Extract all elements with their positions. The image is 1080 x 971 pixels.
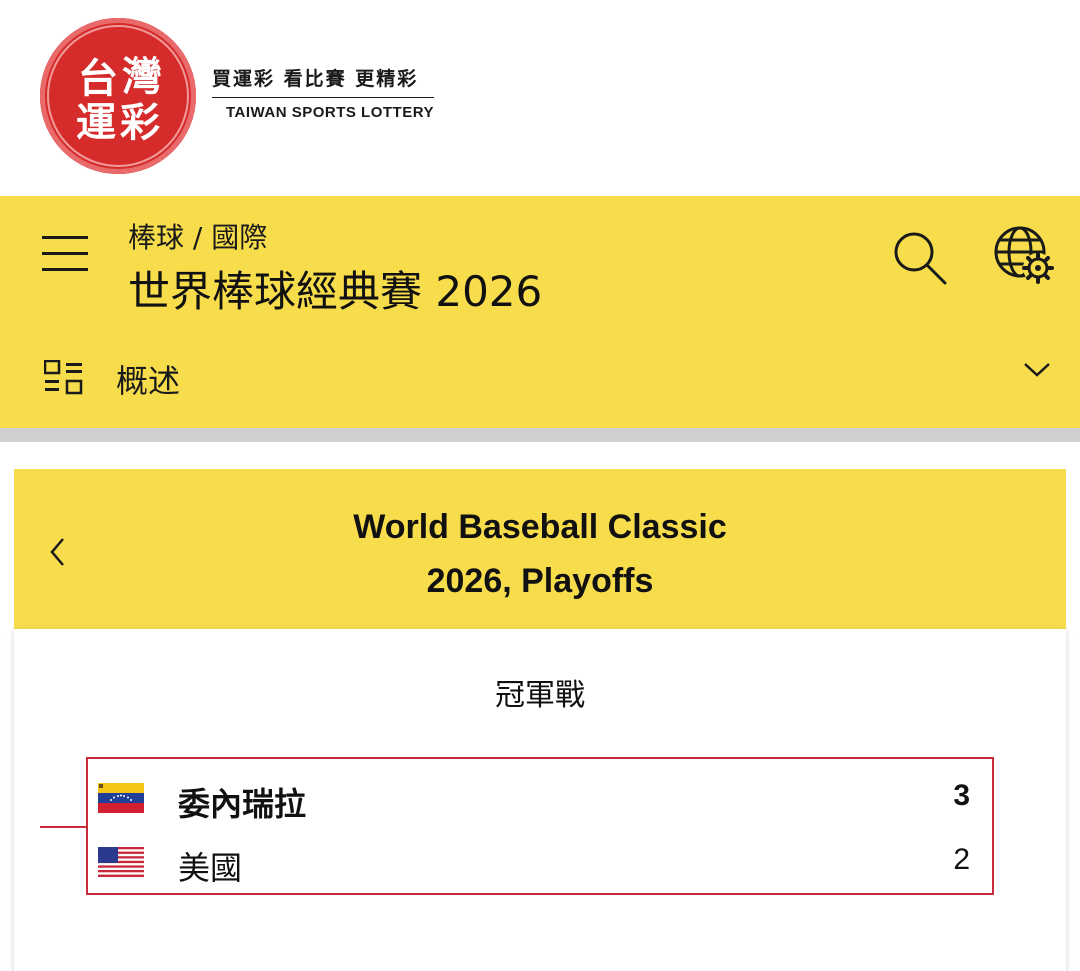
search-icon[interactable] [890, 228, 950, 288]
svg-text:台: 台 [78, 56, 118, 102]
team-name: 美國 [178, 849, 243, 887]
logo-english-name: TAIWAN SPORTS LOTTERY [226, 104, 434, 121]
breadcrumb[interactable]: 棒球 / 國際 [128, 216, 267, 256]
page-title: 世界棒球經典賽 2026 [128, 267, 543, 316]
section-selector-label[interactable]: 概述 [116, 356, 180, 402]
site-header: 台 灣 運 彩 買運彩 看比賽 更精彩 TAIWAN SPORTS LOTTER… [0, 0, 1080, 196]
competition-title-line-2: 2026, Playoffs [426, 562, 654, 600]
logo-seal-graphic: 台 灣 運 彩 [47, 25, 189, 167]
header-divider [0, 428, 1080, 442]
language-settings-globe-icon[interactable] [990, 220, 1058, 288]
team-row-home[interactable]: 委內瑞拉 3 [88, 773, 992, 823]
team-row-away[interactable]: 美國 2 [88, 837, 992, 887]
team-name: 委內瑞拉 [178, 785, 307, 823]
svg-text:運: 運 [76, 100, 116, 146]
logo-slogan: 買運彩 看比賽 更精彩 [212, 64, 434, 98]
hamburger-menu-icon[interactable] [42, 234, 90, 274]
bracket-connector [40, 826, 86, 828]
overview-list-icon[interactable] [43, 359, 84, 396]
venezuela-flag-icon [98, 783, 144, 813]
competition-title-line-1: World Baseball Classic [353, 508, 727, 546]
competition-title: World Baseball Classic 2026, Playoffs [14, 500, 1066, 608]
taiwan-sports-lottery-logo[interactable]: 台 灣 運 彩 [40, 18, 196, 174]
svg-text:灣: 灣 [122, 54, 162, 100]
match-card[interactable]: 委內瑞拉 3 美國 2 [86, 757, 994, 895]
svg-text:彩: 彩 [120, 100, 160, 146]
round-label: 冠軍戰 [495, 678, 585, 713]
chevron-down-icon[interactable] [1022, 360, 1052, 380]
logo-wordmark[interactable]: 買運彩 看比賽 更精彩 TAIWAN SPORTS LOTTERY [212, 64, 434, 121]
team-score: 3 [953, 779, 970, 812]
usa-flag-icon [98, 847, 144, 877]
team-score: 2 [953, 843, 970, 876]
